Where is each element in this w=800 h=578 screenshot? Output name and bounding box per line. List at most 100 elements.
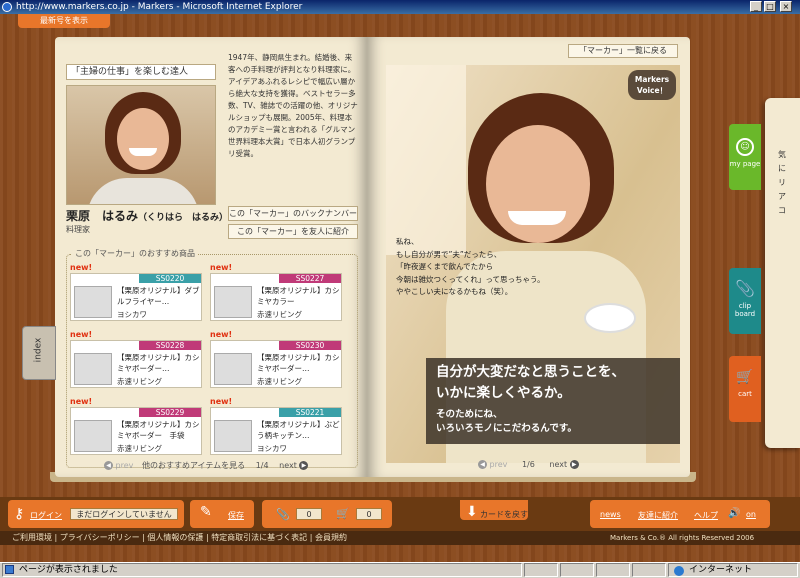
backnumber-button[interactable]: この「マーカー」のバックナンバー <box>228 206 358 221</box>
recommend-title: この「マーカー」のおすすめ商品 <box>72 248 198 259</box>
product-card[interactable]: SS0228 【栗原オリジナル】カシミヤボーダー… 赤速リビング <box>70 340 202 388</box>
product-code: SS0229 <box>139 408 201 417</box>
latest-issue-tab[interactable]: 最新号を表示 <box>18 14 110 28</box>
product-card[interactable]: SS0227 【栗原オリジナル】カシミヤカラー 赤速リビング <box>210 273 342 321</box>
help-link[interactable]: ヘルプ <box>694 510 718 521</box>
product-thumbnail <box>74 353 112 385</box>
product-code: SS0221 <box>279 408 341 417</box>
product-thumbnail <box>214 420 252 452</box>
status-pane <box>560 563 594 577</box>
product-name: 【栗原オリジナル】ぶどう柄キッチン… <box>257 420 340 440</box>
clip-icon[interactable]: 📎 <box>276 508 290 521</box>
quote-line: もし自分が男で”夫”だったら、 <box>396 249 502 259</box>
article-prev[interactable]: prev <box>490 460 508 469</box>
product-brand: ヨシカワ <box>257 444 287 453</box>
window-title-bar: http://www.markers.co.jp - Markers - Mic… <box>0 0 800 14</box>
footer-link-commerce-law[interactable]: 特定商取引法に基づく表記 <box>211 533 307 542</box>
cart-small-icon[interactable]: 🛒 <box>336 507 350 520</box>
product-card[interactable]: SS0230 【栗原オリジナル】カシミヤボーダー… 赤速リビング <box>210 340 342 388</box>
product-name: 【栗原オリジナル】ダブルフライヤー… <box>117 286 200 306</box>
product-brand: 赤速リビング <box>117 377 162 386</box>
cart-count: 0 <box>356 508 382 520</box>
product-thumbnail <box>214 286 252 318</box>
next-arrow-icon[interactable]: ▶ <box>299 461 309 470</box>
footer-link-personal-info[interactable]: 個人情報の保護 <box>147 533 203 542</box>
product-thumbnail <box>74 420 112 452</box>
return-card-label[interactable]: カードを戻す <box>480 509 528 520</box>
new-badge: new! <box>70 397 93 406</box>
headline-text: 自分が大変だなと思うことを、 いかに楽しくやるか。 <box>436 362 676 404</box>
chef-name-reading: （くりはら はるみ） <box>138 213 229 223</box>
sound-toggle[interactable]: on <box>746 510 756 519</box>
recommend-more-link[interactable]: 他のおすすめアイテムを見る <box>142 461 245 470</box>
quote-line: 「昨夜遅くまで飲んでたから <box>396 262 494 271</box>
zone-indicator: インターネット <box>668 563 798 577</box>
news-link[interactable]: news <box>600 510 621 519</box>
down-arrow-icon: ⬇ <box>466 504 478 520</box>
minimize-button[interactable]: _ <box>750 1 762 12</box>
invite-link[interactable]: 友達に紹介 <box>638 510 678 521</box>
new-badge: new! <box>210 330 233 339</box>
recommend-prev[interactable]: prev <box>116 461 134 470</box>
product-code: SS0230 <box>279 341 341 350</box>
subline-line: いろいろモノにこだわるんです。 <box>436 423 577 434</box>
footer-link-terms[interactable]: 会員規約 <box>315 533 347 542</box>
product-name: 【栗原オリジナル】カシミヤボーダー 手袋 <box>117 420 200 440</box>
quote-line: 今朝は雑炊つくってくれ」って思っちゃう。 <box>396 274 545 284</box>
index-label: index <box>33 337 44 363</box>
smile-icon: ☺ <box>736 138 754 156</box>
login-link[interactable]: ログイン <box>30 510 62 521</box>
product-thumbnail <box>214 353 252 385</box>
footer-link-environment[interactable]: ご利用環境 <box>12 533 52 542</box>
recommend-pager: ◀ prev 他のおすすめアイテムを見る 1/4 next ▶ <box>104 460 309 471</box>
cart-tab[interactable]: 🛒 cart <box>729 356 761 422</box>
article-next[interactable]: next <box>549 460 567 469</box>
chef-name: 栗原 はるみ（くりはら はるみ） <box>66 207 228 224</box>
status-pane <box>632 563 666 577</box>
product-brand: ヨシカワ <box>117 310 147 319</box>
save-link[interactable]: 保存 <box>228 510 244 521</box>
product-brand: 赤速リビング <box>117 444 162 453</box>
product-name: 【栗原オリジナル】カシミヤボーダー… <box>257 353 340 373</box>
clipboard-tab[interactable]: 📎 clip board <box>729 268 761 334</box>
close-button[interactable]: × <box>780 1 792 12</box>
chef-title: 「主婦の仕事」を楽しむ達人 <box>66 64 216 80</box>
quote-line: 私ね、 <box>396 237 419 246</box>
headline-line: いかに楽しくやるか。 <box>436 385 571 401</box>
footer-link-privacy[interactable]: プライバシーポリシー <box>60 533 140 542</box>
maximize-button[interactable]: □ <box>764 1 776 12</box>
mypage-tab[interactable]: ☺ my page <box>729 124 761 190</box>
new-badge: new! <box>70 263 93 272</box>
article-page: 1/6 <box>521 460 535 469</box>
new-badge: new! <box>210 397 233 406</box>
copyright: Markers & Co.® All rights Reserved 2006 <box>610 534 755 542</box>
status-pane <box>596 563 630 577</box>
product-code: SS0220 <box>139 274 201 283</box>
status-pane <box>524 563 558 577</box>
chef-job: 料理家 <box>66 225 90 234</box>
quote-line: ややこしい夫になるかもね（笑）。 <box>396 287 513 296</box>
recommend-next[interactable]: next <box>279 461 297 470</box>
product-code: SS0228 <box>139 341 201 350</box>
next-arrow-icon[interactable]: ▶ <box>569 460 579 469</box>
cart-icon: 🛒 <box>736 369 754 385</box>
chef-bio: 1947年、静岡県生まれ。結婚後、来客への手料理が評判となり料理家に。アイデアあ… <box>228 53 358 158</box>
product-card[interactable]: SS0221 【栗原オリジナル】ぶどう柄キッチン… ヨシカワ <box>210 407 342 455</box>
prev-arrow-icon[interactable]: ◀ <box>478 460 487 469</box>
quote-text: 私ね、 もし自分が男で”夫”だったら、 「昨夜遅くまで飲んでたから 今朝は雑炊つ… <box>396 236 596 299</box>
paperclip-icon: 📎 <box>735 279 755 298</box>
headline-line: 自分が大変だなと思うことを、 <box>436 364 625 380</box>
share-friend-button[interactable]: この「マーカー」を友人に紹介 <box>228 224 358 239</box>
new-badge: new! <box>70 330 93 339</box>
article-pager: ◀ prev 1/6 next ▶ <box>478 460 579 469</box>
product-brand: 赤速リビング <box>257 377 302 386</box>
back-to-list-button[interactable]: 「マーカー」一覧に戻る <box>568 44 678 58</box>
product-card[interactable]: SS0220 【栗原オリジナル】ダブルフライヤー… ヨシカワ <box>70 273 202 321</box>
recommend-page: 1/4 <box>255 461 269 470</box>
subline-text: そのためにね、 いろいろモノにこだわるんです。 <box>436 408 676 436</box>
product-card[interactable]: SS0229 【栗原オリジナル】カシミヤボーダー 手袋赤速リビング <box>70 407 202 455</box>
clip-count: 0 <box>296 508 322 520</box>
product-name: 【栗原オリジナル】カシミヤボーダー… <box>117 353 200 373</box>
prev-arrow-icon[interactable]: ◀ <box>104 461 113 470</box>
ie-icon <box>2 2 12 12</box>
